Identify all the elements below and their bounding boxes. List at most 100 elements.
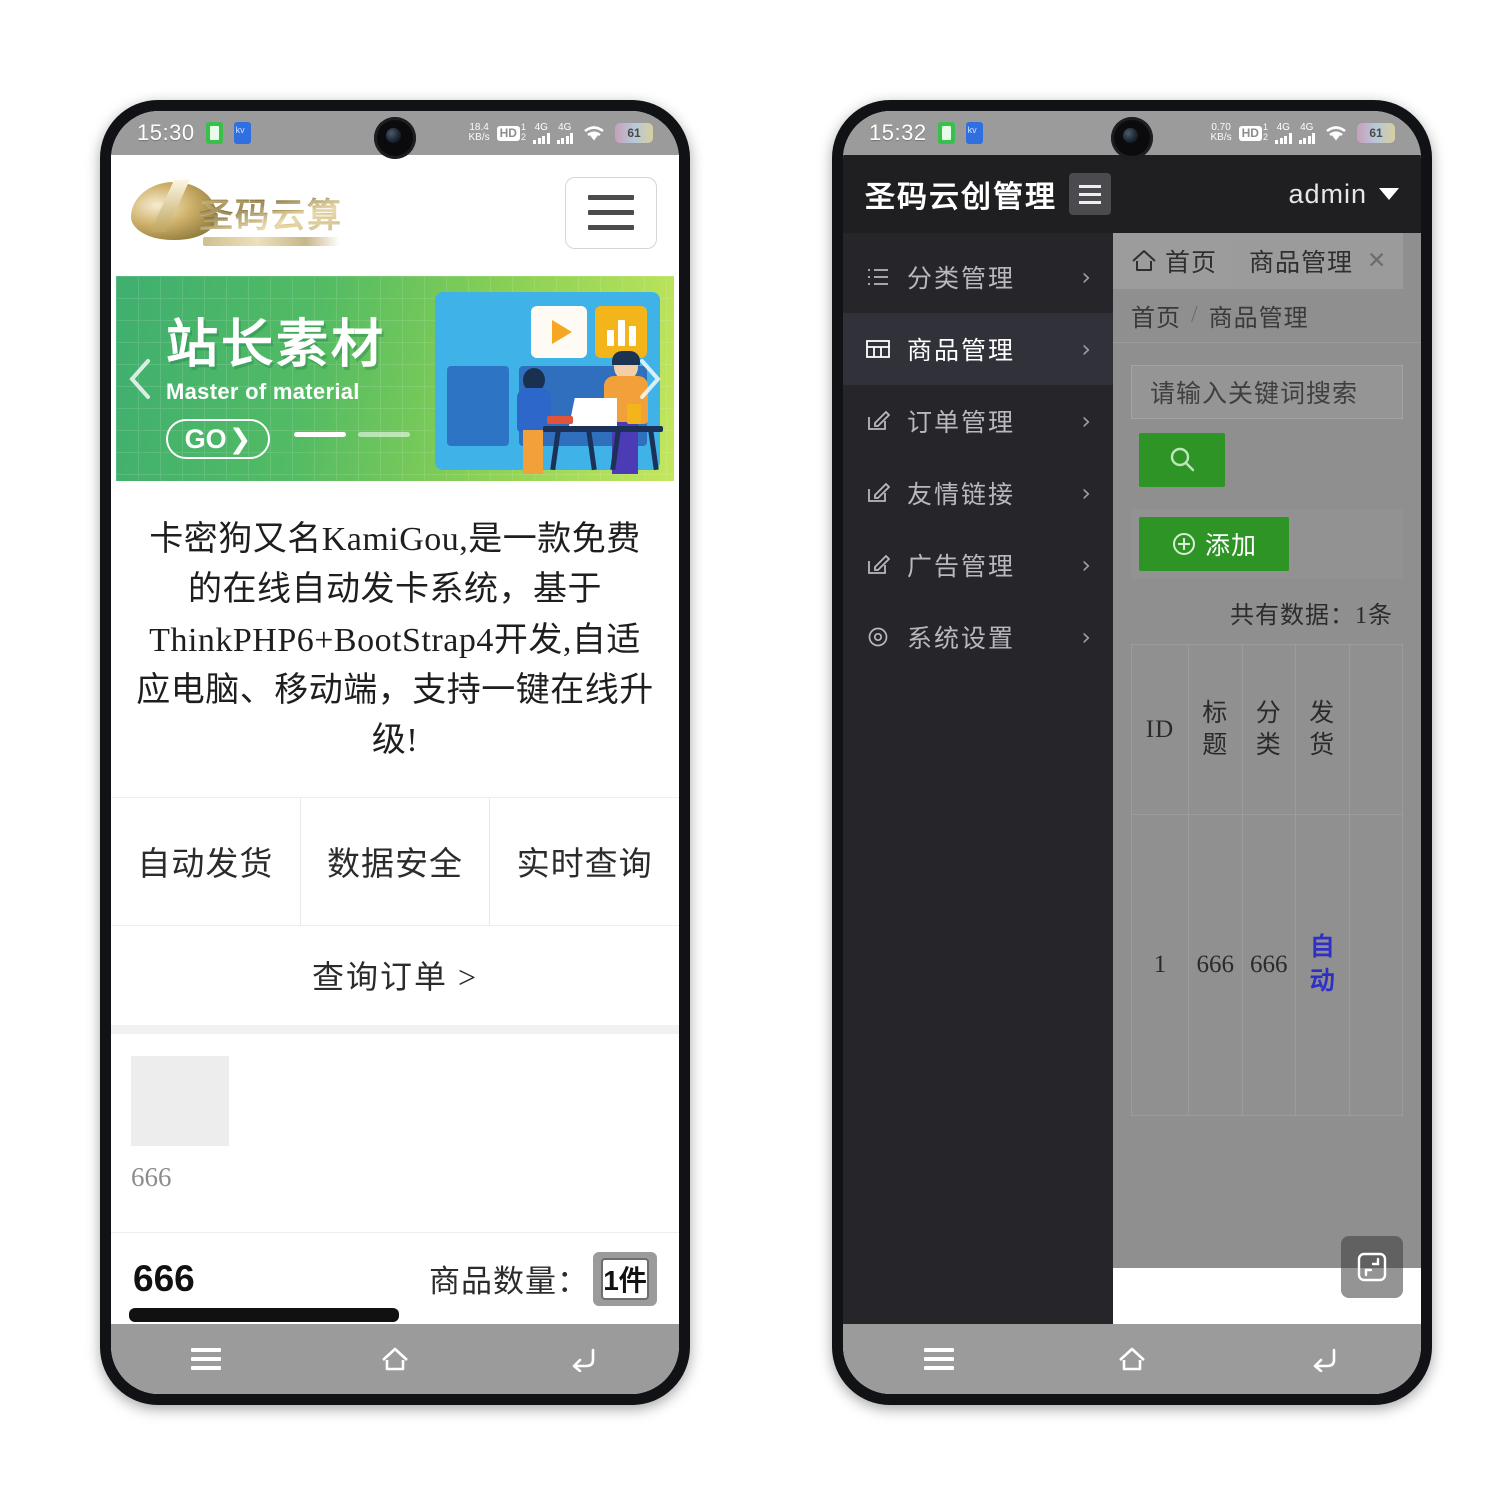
breadcrumb-root[interactable]: 首页 xyxy=(1131,298,1181,333)
hd-voice-icon: HD 12 xyxy=(496,123,526,143)
network-type-2: 4G xyxy=(1300,121,1314,133)
sidebar-item-friendlink[interactable]: 友情链接 › xyxy=(843,457,1113,529)
tab-home[interactable]: 首页 xyxy=(1113,233,1234,289)
illustration-video-card xyxy=(531,306,587,358)
battery-saver-icon xyxy=(937,122,955,144)
banner-go-label: GO xyxy=(184,423,227,454)
chevron-right-icon: › xyxy=(1081,623,1093,651)
hd-label: HD xyxy=(496,125,520,141)
edit-icon xyxy=(863,408,893,434)
banner-carousel[interactable]: 站长素材 Master of material GO ❯ xyxy=(116,276,674,481)
admin-panel: 圣码云创管理 admin 分类管理 › 商品管理 › 订单管理 › 友情链接 ›… xyxy=(843,155,1421,1324)
menu-icon-line xyxy=(588,225,634,230)
feature-item-realtime-query: 实时查询 xyxy=(489,797,679,925)
table-row[interactable]: 1 666 666 自动 xyxy=(1132,815,1402,1115)
hd-label: HD xyxy=(1238,125,1262,141)
screenshot-stage: 15:30 18.4 KB/s HD 12 4G xyxy=(0,0,1500,1500)
selected-product-name: 666 xyxy=(133,1257,195,1299)
quantity-value[interactable]: 1件 xyxy=(601,1257,649,1300)
quantity-stepper[interactable]: 1件 xyxy=(593,1251,657,1306)
nav-back-button[interactable] xyxy=(561,1339,607,1379)
sidebar-item-settings[interactable]: 系统设置 › xyxy=(843,601,1113,673)
chevron-right-icon: › xyxy=(1081,551,1093,579)
edit-icon xyxy=(863,552,893,578)
fullscreen-button[interactable] xyxy=(1341,1236,1403,1298)
cell-delivery[interactable]: 自动 xyxy=(1295,815,1349,1115)
hd-voice-icon: HD 12 xyxy=(1238,122,1268,143)
sidebar-label: 分类管理 xyxy=(907,264,1016,293)
sidebar-item-category[interactable]: 分类管理 › xyxy=(843,241,1113,313)
edit-icon xyxy=(863,480,893,506)
tab-bar: 首页 商品管理 ✕ xyxy=(1113,233,1421,289)
sim1-label: 1 xyxy=(1262,122,1268,132)
close-icon[interactable]: ✕ xyxy=(1367,248,1387,274)
site-logo[interactable]: 圣码云算 xyxy=(129,176,344,250)
nav-menu-button[interactable] xyxy=(183,1339,229,1379)
site-content: 圣码云算 站长素材 Master of material GO ❯ 卡密狗又名K… xyxy=(111,155,679,1324)
sidebar-item-ad[interactable]: 广告管理 › xyxy=(843,529,1113,601)
site-menu-button[interactable] xyxy=(565,176,657,249)
column-header-id[interactable]: ID xyxy=(1132,645,1188,814)
chevron-right-icon: › xyxy=(1081,263,1093,291)
product-card[interactable]: 666 xyxy=(131,1055,659,1193)
search-button[interactable] xyxy=(1139,433,1225,487)
sidebar-item-product[interactable]: 商品管理 › xyxy=(843,313,1113,385)
banner-title: 站长素材 xyxy=(166,315,387,375)
nav-home-button[interactable] xyxy=(1109,1339,1155,1379)
search-icon xyxy=(1170,447,1195,472)
banner-go-arrow-icon: ❯ xyxy=(228,423,252,454)
carousel-prev-icon[interactable] xyxy=(126,357,152,401)
admin-sidebar: 分类管理 › 商品管理 › 订单管理 › 友情链接 › 广告管理 › 系统设置 … xyxy=(843,233,1113,1324)
chevron-right-icon: › xyxy=(1081,407,1093,435)
column-header-title[interactable]: 标题 xyxy=(1188,645,1242,814)
phone-left: 15:30 18.4 KB/s HD 12 4G xyxy=(100,100,690,1405)
gear-icon xyxy=(863,624,893,650)
back-icon xyxy=(573,1348,595,1372)
signal-sim1-icon: 4G xyxy=(1275,121,1292,144)
android-nav-bar-left xyxy=(111,1324,679,1394)
site-description: 卡密狗又名KamiGou,是一款免费的在线自动发卡系统，基于ThinkPHP6+… xyxy=(111,481,679,798)
signal-sim1-icon: 4G xyxy=(533,122,550,144)
admin-user-menu[interactable]: admin xyxy=(1288,179,1399,210)
carousel-next-icon[interactable] xyxy=(638,357,664,401)
search-input[interactable]: 请输入关键词搜索 xyxy=(1131,365,1403,419)
nav-menu-button[interactable] xyxy=(916,1339,962,1379)
nav-back-button[interactable] xyxy=(1302,1339,1348,1379)
sidebar-label: 商品管理 xyxy=(907,336,1016,365)
cell-id: 1 xyxy=(1153,951,1167,979)
carousel-dot[interactable] xyxy=(358,432,410,437)
tab-product-management[interactable]: 商品管理 ✕ xyxy=(1233,233,1404,289)
network-type-1: 4G xyxy=(1276,121,1290,133)
product-table: ID 标题 分类 发货 1 666 666 自动 xyxy=(1131,644,1403,1116)
carousel-indicators[interactable] xyxy=(294,432,410,437)
column-header-delivery[interactable]: 发货 xyxy=(1295,645,1349,814)
sidebar-label: 系统设置 xyxy=(907,624,1016,653)
breadcrumb-current: 商品管理 xyxy=(1208,306,1309,332)
status-time: 15:32 xyxy=(869,120,927,145)
admin-app-title: 圣码云创管理 xyxy=(865,180,1057,215)
query-orders-link[interactable]: 查询订单 > xyxy=(111,926,679,1034)
banner-go-button[interactable]: GO ❯ xyxy=(166,419,270,459)
sidebar-label: 订单管理 xyxy=(907,408,1016,437)
sidebar-item-order[interactable]: 订单管理 › xyxy=(843,385,1113,457)
quantity-label: 商品数量： xyxy=(429,1264,589,1299)
search-area: 请输入关键词搜索 xyxy=(1113,343,1421,487)
admin-body: 分类管理 › 商品管理 › 订单管理 › 友情链接 › 广告管理 › 系统设置 … xyxy=(843,233,1421,1324)
add-button[interactable]: 添加 xyxy=(1139,517,1289,571)
banner-illustration xyxy=(435,292,663,474)
column-header-category[interactable]: 分类 xyxy=(1241,645,1296,814)
nav-home-button[interactable] xyxy=(372,1339,418,1379)
admin-main-content: 首页 商品管理 ✕ 首页 / 商品管理 请输入关键词搜索 添加 共有数据：1条 … xyxy=(1113,233,1421,1324)
sidebar-label: 友情链接 xyxy=(907,480,1016,509)
column-header-extra[interactable] xyxy=(1348,645,1403,814)
signal-sim2-icon: 4G xyxy=(1298,121,1315,144)
list-icon xyxy=(863,264,893,290)
status-time: 15:30 xyxy=(137,120,195,145)
carousel-dot-active[interactable] xyxy=(294,432,346,437)
tab-home-label: 首页 xyxy=(1165,250,1218,277)
network-speed-indicator: 18.4 KB/s xyxy=(469,123,490,143)
status-icons: 0.70 KB/s HD 12 4G 4G 61 xyxy=(1211,122,1395,144)
illustration-desk xyxy=(543,398,663,471)
admin-top-bar: 圣码云创管理 admin xyxy=(843,155,1421,233)
admin-sidebar-toggle-button[interactable] xyxy=(1069,173,1111,215)
